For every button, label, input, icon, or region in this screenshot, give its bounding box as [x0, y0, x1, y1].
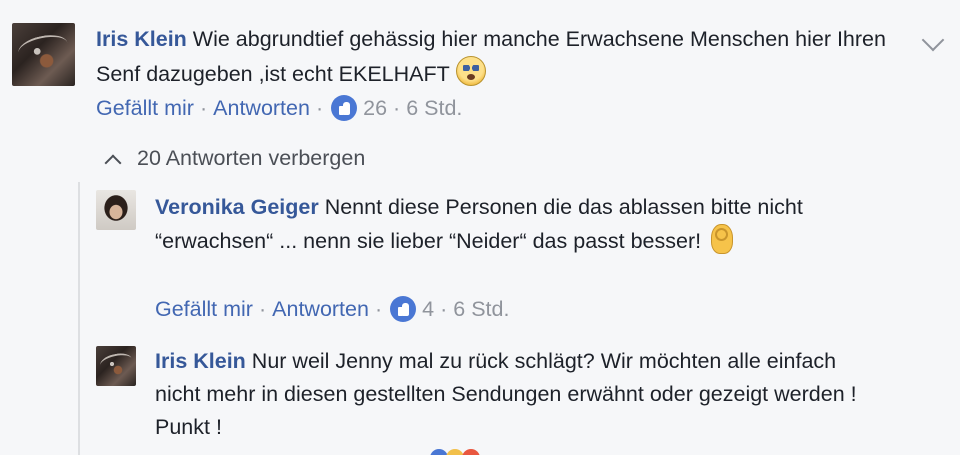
comment-body: Iris Klein Nur weil Jenny mal zu rück sc… — [155, 345, 885, 444]
timestamp[interactable]: 6 Std. — [453, 297, 509, 322]
hide-replies-toggle[interactable]: 20 Antworten verbergen — [103, 146, 365, 171]
comment-body: Veronika Geiger Nennt diese Personen die… — [155, 191, 915, 258]
like-link[interactable]: Gefällt mir — [155, 297, 253, 322]
comment-author[interactable]: Iris Klein — [155, 349, 246, 373]
like-link[interactable]: Gefällt mir — [96, 96, 194, 121]
separator-dot: · — [393, 95, 401, 120]
comment-author[interactable]: Veronika Geiger — [155, 195, 319, 219]
separator-dot: · — [374, 296, 383, 321]
like-count[interactable]: 26 — [363, 96, 387, 121]
chevron-down-icon[interactable] — [921, 28, 945, 52]
comment-body: Iris Klein Wie abgrundtief gehässig hier… — [96, 23, 916, 91]
avatar[interactable] — [96, 190, 136, 230]
timestamp[interactable]: 6 Std. — [406, 96, 462, 121]
previous-comment-cutoff — [0, 0, 960, 10]
separator-dot: · — [258, 296, 267, 321]
comment-actions: Gefällt mir · Antworten · 26 · 6 Std. — [96, 95, 462, 121]
hide-replies-label: 20 Antworten verbergen — [137, 146, 366, 170]
avatar[interactable] — [96, 346, 136, 386]
comment-actions: Gefällt mir · Antworten · 4 · 6 Std. — [155, 296, 509, 322]
chevron-up-icon — [104, 154, 122, 171]
fearful-face-emoji-icon — [455, 56, 486, 86]
separator-dot: · — [199, 95, 208, 120]
separator-dot: · — [315, 95, 324, 120]
like-count[interactable]: 4 — [422, 297, 434, 322]
ok-hand-emoji-icon — [711, 224, 734, 254]
like-thumb-icon[interactable] — [331, 95, 358, 121]
thread-line — [78, 182, 80, 455]
reaction-icons-cutoff — [430, 449, 490, 455]
reply-link[interactable]: Antworten — [272, 297, 369, 322]
reply-link[interactable]: Antworten — [213, 96, 310, 121]
separator-dot: · — [440, 296, 448, 321]
comment-text: Nur weil Jenny mal zu rück schlägt? Wir … — [155, 349, 857, 439]
comment-author[interactable]: Iris Klein — [96, 27, 187, 51]
like-thumb-icon[interactable] — [390, 296, 417, 322]
avatar[interactable] — [12, 23, 75, 86]
comment-text: Wie abgrundtief gehässig hier manche Erw… — [96, 27, 886, 86]
